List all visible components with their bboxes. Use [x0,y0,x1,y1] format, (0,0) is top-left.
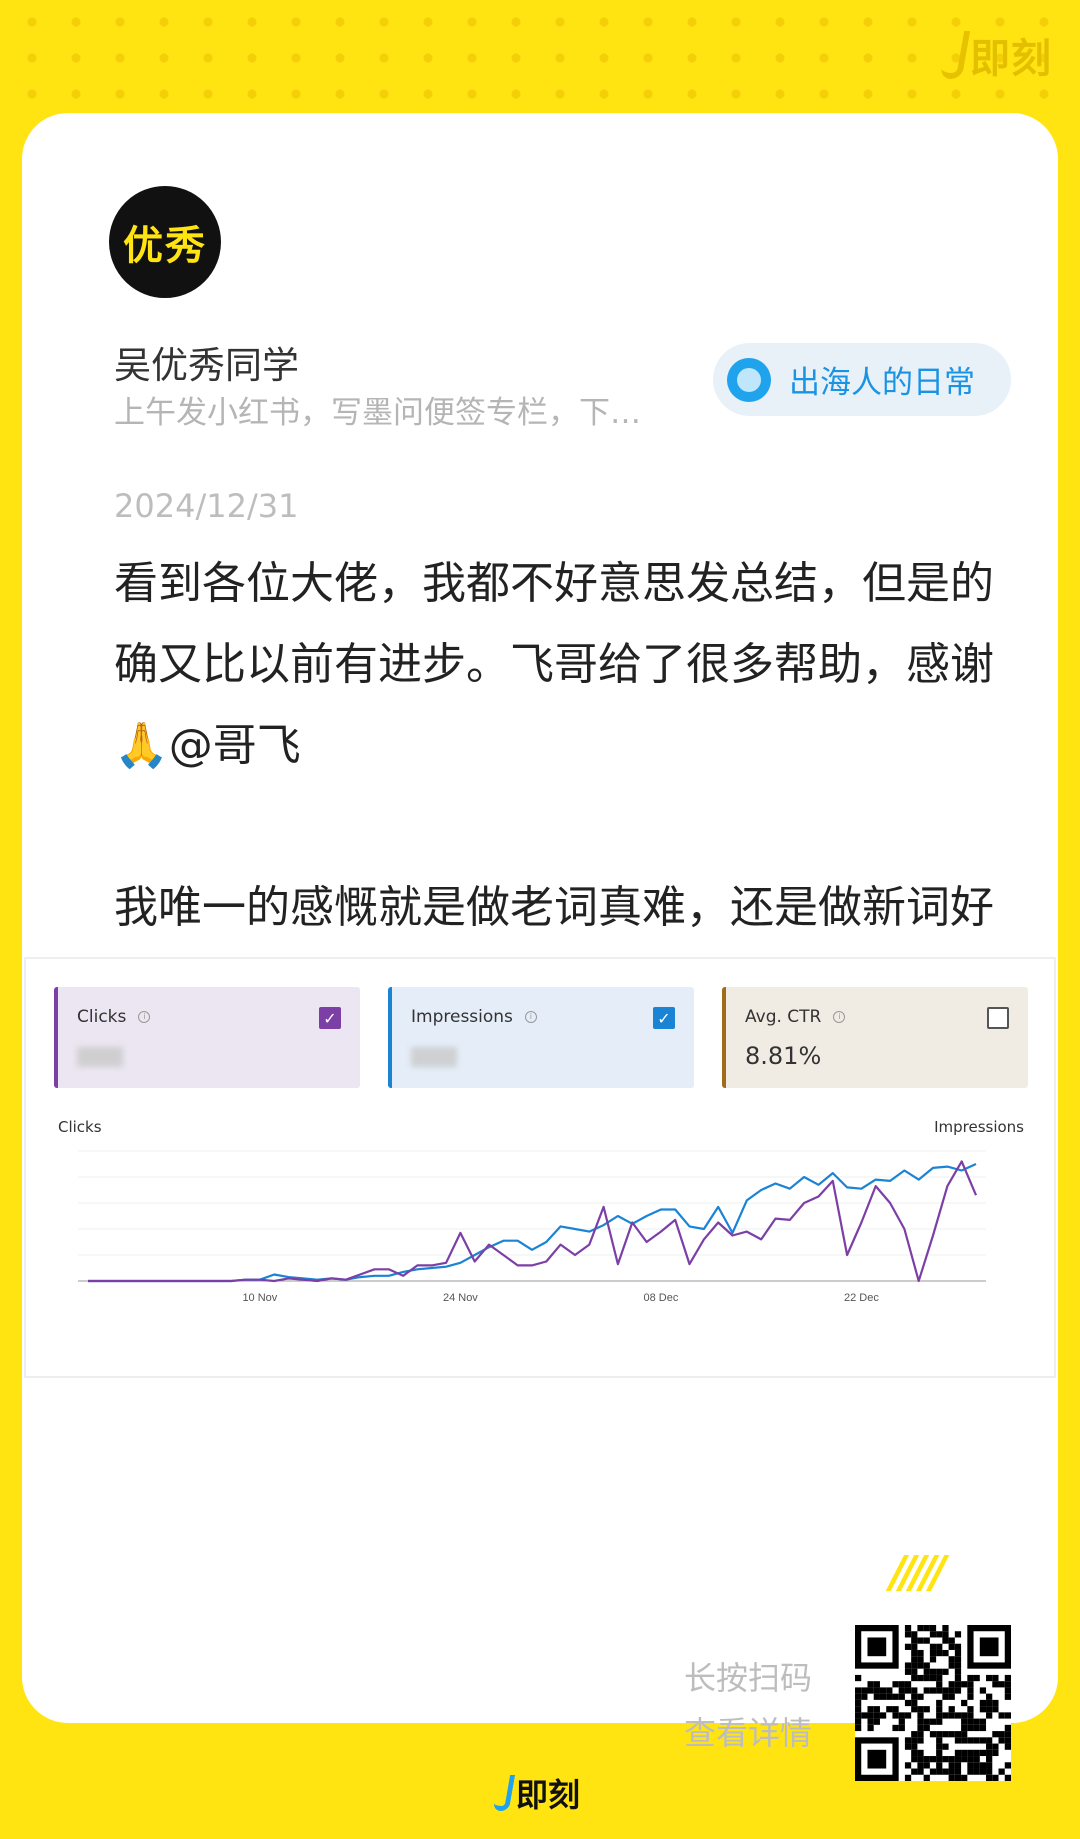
checkbox-checked[interactable]: ✓ [653,1007,675,1029]
x-tick-label: 10 Nov [242,1292,277,1304]
footer-logo: 即刻 [492,1770,581,1816]
search-console-screenshot: Clicks i ✓ Impressions i ✓ Avg. CTR i 8.81%… [24,957,1056,1378]
metric-card-ctr: Avg. CTR i 8.81% [722,987,1028,1088]
decor-slashes: ///// [890,1547,946,1598]
post-paragraph: 看到各位大佬，我都不好意思发总结，但是的确又比以前有进步。飞哥给了很多帮助，感谢… [114,558,994,771]
app-logo-text: 即刻 [970,36,1052,82]
app-logo: 即刻 [939,26,1052,84]
j-logo-icon [939,31,971,79]
metric-label: Clicks [77,1007,127,1027]
left-axis-title: Clicks [58,1118,102,1136]
footer-logo-text: 即刻 [516,1776,581,1814]
x-tick-label: 08 Dec [643,1292,678,1304]
x-tick-label: 24 Nov [443,1292,478,1304]
j-logo-icon [492,1775,516,1811]
line-chart: 10 Nov 24 Nov 08 Dec 22 Dec [78,1150,986,1304]
metric-card-clicks: Clicks i ✓ [54,987,360,1088]
post-card: 优秀 吴优秀同学 上午发小红书，写墨问便签专栏，下午... 出海人的日常 202… [22,113,1058,1781]
series-line [88,1160,978,1283]
avatar[interactable]: 优秀 [106,183,224,301]
user-bio: 上午发小红书，写墨问便签专栏，下午... [114,395,654,431]
checkbox-checked[interactable]: ✓ [319,1007,341,1029]
qr-code-icon[interactable] [855,1625,1011,1781]
dot-pattern [0,0,1080,120]
info-icon: i [138,1011,151,1023]
metric-value: 8.81% [745,1042,822,1070]
scan-hint-line2: 查看详情 [684,1714,813,1752]
info-icon: i [524,1011,537,1023]
topic-label: 出海人的日常 [789,365,975,401]
checkbox-unchecked[interactable] [987,1007,1009,1029]
info-icon: i [833,1011,846,1023]
circle-dot-icon [727,357,771,402]
series-line [88,1162,977,1283]
post-date: 2024/12/31 [114,487,299,525]
metric-card-impressions: Impressions i ✓ [388,987,694,1088]
right-axis-title: Impressions [934,1118,1024,1136]
metric-label: Avg. CTR [745,1007,822,1027]
blurred-value [411,1047,457,1067]
user-name[interactable]: 吴优秀同学 [114,335,299,389]
metric-label: Impressions [411,1007,513,1027]
blurred-value [77,1047,123,1067]
x-tick-label: 22 Dec [844,1292,879,1304]
avatar-text: 优秀 [123,223,207,269]
scan-hint-line1: 长按扫码 [684,1659,813,1697]
topic-tag[interactable]: 出海人的日常 [713,343,1011,416]
